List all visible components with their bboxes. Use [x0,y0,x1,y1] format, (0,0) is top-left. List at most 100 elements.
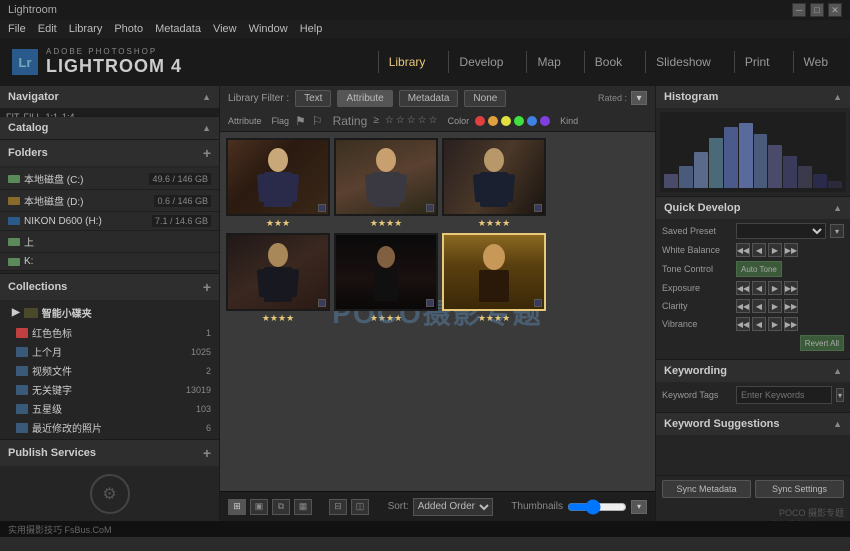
tab-library[interactable]: Library [378,51,436,73]
map-btn[interactable]: ◫ [351,499,369,515]
thumbnail-size-slider[interactable] [567,501,627,513]
minimize-btn[interactable]: ─ [792,3,806,17]
keyword-input[interactable] [736,386,832,404]
qd-vib-right2[interactable]: ▶▶ [784,317,798,331]
menu-file[interactable]: File [8,23,26,35]
histogram-header[interactable]: Histogram ▲ [656,86,850,108]
color-dot-green[interactable] [514,116,524,126]
tab-slideshow[interactable]: Slideshow [645,51,721,73]
qd-wb-left2[interactable]: ◀◀ [736,243,750,257]
photo-thumb-6[interactable] [442,233,546,311]
catalog-header[interactable]: Catalog ▲ [0,117,219,139]
publish-services-add-btn[interactable]: + [203,445,211,461]
thumbnail-expand-icon[interactable]: ▾ [631,500,647,514]
menu-view[interactable]: View [213,23,237,35]
photo-thumb-5[interactable] [334,233,438,311]
qd-wb-right2[interactable]: ▶▶ [784,243,798,257]
collections-add-btn[interactable]: + [203,279,211,295]
close-btn[interactable]: ✕ [828,3,842,17]
collections-header[interactable]: Collections + [0,274,219,300]
qd-saved-preset-select[interactable] [736,223,826,239]
survey-view-btn[interactable]: ▦ [294,499,312,515]
menu-metadata[interactable]: Metadata [155,23,201,35]
color-dot-orange[interactable] [488,116,498,126]
keyword-settings-btn[interactable]: ▾ [836,388,844,402]
photo-cell-2[interactable]: ★★★★ [334,138,438,229]
qd-exp-right2[interactable]: ▶▶ [784,281,798,295]
photo-thumb-3[interactable] [442,138,546,216]
color-dot-yellow[interactable] [501,116,511,126]
photo-cell-1[interactable]: ★★★ [226,138,330,229]
keyword-suggestions-header[interactable]: Keyword Suggestions ▲ [656,413,850,435]
sync-settings-btn[interactable]: Sync Settings [755,480,844,498]
flag-icon-2[interactable]: ⚐ [312,114,323,128]
color-dot-purple[interactable] [540,116,550,126]
filter-text-btn[interactable]: Text [295,90,331,107]
collection-smart-folder[interactable]: ▶ 智能小碟夹 [0,302,219,323]
photo-thumb-1[interactable] [226,138,330,216]
collection-item-red[interactable]: 红色色标 1 [0,323,219,342]
collection-item-5star[interactable]: 五星级 103 [0,399,219,418]
keywording-header[interactable]: Keywording ▲ [656,360,850,382]
photo-cell-6[interactable]: ★★★★ [442,233,546,324]
compare-view-btn[interactable]: ⧉ [272,499,290,515]
flag-icon-1[interactable]: ⚑ [295,114,306,128]
qd-clar-right2[interactable]: ▶▶ [784,299,798,313]
color-dot-blue[interactable] [527,116,537,126]
menu-window[interactable]: Window [249,23,288,35]
folder-disk-d[interactable]: 本地磁盘 (D:) 0.6 / 146 GB [0,190,219,212]
tab-map[interactable]: Map [526,51,570,73]
qd-clar-right1[interactable]: ▶ [768,299,782,313]
filter-metadata-btn[interactable]: Metadata [399,90,459,107]
qd-vib-left2[interactable]: ◀◀ [736,317,750,331]
folder-disk-k[interactable]: K: [0,253,219,271]
qd-clar-left2[interactable]: ◀◀ [736,299,750,313]
qd-revert-all-btn[interactable]: Revert All [800,335,844,351]
filter-none-btn[interactable]: None [464,90,506,107]
color-dot-red[interactable] [475,116,485,126]
photo-thumb-2[interactable] [334,138,438,216]
filter-attribute-btn[interactable]: Attribute [337,90,392,107]
tab-web[interactable]: Web [793,51,838,73]
qd-exp-left1[interactable]: ◀ [752,281,766,295]
publish-services-header[interactable]: Publish Services + [0,440,219,466]
loupe-view-btn[interactable]: ▣ [250,499,268,515]
qd-wb-left1[interactable]: ◀ [752,243,766,257]
qd-clar-left1[interactable]: ◀ [752,299,766,313]
folder-disk-up[interactable]: 上 [0,231,219,253]
star-rating[interactable]: ☆☆☆☆☆ [385,115,438,126]
qd-exp-right1[interactable]: ▶ [768,281,782,295]
qd-wb-right1[interactable]: ▶ [768,243,782,257]
navigator-header[interactable]: Navigator ▲ [0,86,219,108]
maximize-btn[interactable]: □ [810,3,824,17]
qd-vib-right1[interactable]: ▶ [768,317,782,331]
tab-develop[interactable]: Develop [448,51,513,73]
photo-thumb-4[interactable] [226,233,330,311]
photo-cell-3[interactable]: ★★★★ [442,138,546,229]
qd-auto-tone-btn[interactable]: Auto Tone [736,261,782,277]
filter-expand-btn[interactable]: ▾ [631,91,647,105]
collection-item-recent[interactable]: 最近修改的照片 6 [0,418,219,437]
grid-view-btn[interactable]: ⊞ [228,499,246,515]
folders-add-btn[interactable]: + [203,145,211,161]
collection-item-nokw[interactable]: 无关键字 13019 [0,380,219,399]
sort-select[interactable]: Added Order [413,498,493,516]
sync-metadata-btn[interactable]: Sync Metadata [662,480,751,498]
folder-disk-nikon[interactable]: NIKON D600 (H:) 7.1 / 14.6 GB [0,212,219,231]
folders-header[interactable]: Folders + [0,140,219,166]
collection-item-month[interactable]: 上个月 1025 [0,342,219,361]
filmstrip-btn[interactable]: ⊟ [329,499,347,515]
menu-edit[interactable]: Edit [38,23,57,35]
collection-item-video[interactable]: 视频文件 2 [0,361,219,380]
qd-vib-left1[interactable]: ◀ [752,317,766,331]
folder-disk-c[interactable]: 本地磁盘 (C:) 49.6 / 146 GB [0,168,219,190]
color-filter-dots[interactable] [475,116,550,126]
tab-print[interactable]: Print [734,51,780,73]
menu-help[interactable]: Help [300,23,323,35]
photo-cell-4[interactable]: ★★★★ [226,233,330,324]
photo-cell-5[interactable]: ★★★★ [334,233,438,324]
menu-library[interactable]: Library [69,23,103,35]
qd-preset-arrow[interactable]: ▾ [830,224,844,238]
tab-book[interactable]: Book [584,51,632,73]
menu-photo[interactable]: Photo [114,23,143,35]
